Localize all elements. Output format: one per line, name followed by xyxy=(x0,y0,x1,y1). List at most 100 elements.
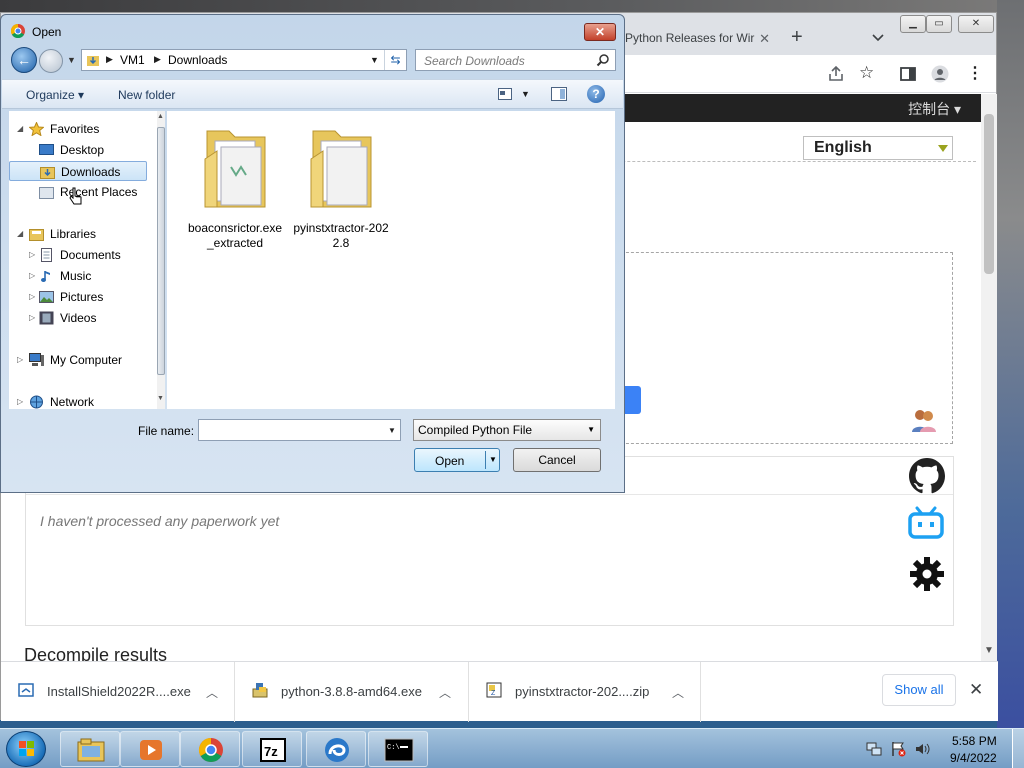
file-name-input[interactable] xyxy=(198,419,401,441)
download-item[interactable]: InstallShield2022R....exe ︿ xyxy=(1,662,235,722)
nav-network[interactable]: ▷ Network xyxy=(9,392,147,412)
chevron-up-icon[interactable]: ︿ xyxy=(439,684,451,701)
zip-archive-icon: Z xyxy=(486,682,502,698)
back-button[interactable]: ← xyxy=(11,47,37,73)
upload-drop-zone[interactable] xyxy=(606,252,953,444)
profile-icon[interactable] xyxy=(931,65,949,83)
chevron-down-icon[interactable]: ▼ xyxy=(388,426,396,435)
scroll-up-arrow-icon[interactable]: ▲ xyxy=(157,113,164,120)
breadcrumb-downloads[interactable]: Downloads xyxy=(168,53,227,67)
nav-pictures[interactable]: ▷ Pictures xyxy=(9,287,147,307)
documents-icon xyxy=(39,248,54,262)
nav-downloads[interactable]: Downloads xyxy=(9,161,147,181)
recent-locations-chevron-icon[interactable]: ▼ xyxy=(67,55,76,65)
nav-music[interactable]: ▷ Music xyxy=(9,266,147,286)
side-panel-icon[interactable] xyxy=(899,65,917,83)
new-tab-button[interactable]: + xyxy=(791,27,803,47)
nav-label: My Computer xyxy=(50,353,123,367)
tab-title: Python Releases for Wir xyxy=(625,31,755,45)
start-button[interactable] xyxy=(6,731,46,767)
expand-triangle-icon[interactable]: ◢ xyxy=(17,124,23,133)
tab-python-releases[interactable]: Python Releases for Wir ✕ xyxy=(613,21,778,55)
organize-menu[interactable]: Organize ▾ xyxy=(26,88,84,102)
chevron-down-icon[interactable]: ▼ xyxy=(489,455,497,464)
scrollbar-thumb[interactable] xyxy=(984,114,994,274)
open-button[interactable]: Open ▼ xyxy=(414,448,500,472)
action-center-flag-icon[interactable] xyxy=(890,741,906,757)
page-scrollbar[interactable]: ▼ xyxy=(981,94,997,661)
taskbar-chrome[interactable] xyxy=(180,731,240,767)
chevron-up-icon[interactable]: ︿ xyxy=(672,684,684,701)
chevron-down-icon[interactable] xyxy=(871,31,885,45)
download-item[interactable]: python-3.8.8-amd64.exe ︿ xyxy=(235,662,469,722)
scrollbar-thumb[interactable] xyxy=(157,127,165,375)
nav-favorites[interactable]: ◢ Favorites xyxy=(9,119,147,139)
tab-close-icon[interactable]: ✕ xyxy=(759,31,770,47)
taskbar-explorer[interactable] xyxy=(60,731,120,767)
nav-label: Downloads xyxy=(61,165,121,179)
taskbar-command-prompt[interactable]: C:\ xyxy=(368,731,428,767)
collapsed-triangle-icon[interactable]: ▷ xyxy=(29,292,35,301)
chevron-down-icon[interactable]: ▼ xyxy=(521,89,530,99)
file-type-select[interactable]: Compiled Python File ▼ xyxy=(413,419,601,441)
chevron-down-icon[interactable]: ▼ xyxy=(370,55,379,65)
close-button[interactable]: ✕ xyxy=(958,15,994,33)
expand-triangle-icon[interactable]: ◢ xyxy=(17,229,23,238)
network-tray-icon[interactable] xyxy=(866,741,882,757)
collapsed-triangle-icon[interactable]: ▷ xyxy=(17,355,23,364)
views-icon[interactable] xyxy=(498,88,512,100)
show-desktop-button[interactable] xyxy=(1012,729,1024,768)
computer-icon xyxy=(29,353,44,367)
breadcrumb-vm1[interactable]: VM1 xyxy=(120,53,145,67)
taskbar-media-player[interactable] xyxy=(120,731,180,767)
scroll-down-arrow-icon[interactable]: ▼ xyxy=(984,645,994,656)
new-folder-button[interactable]: New folder xyxy=(118,88,175,102)
dialog-close-button[interactable]: ✕ xyxy=(584,23,616,41)
forward-button[interactable] xyxy=(39,49,63,73)
terminal-icon: C:\ xyxy=(384,738,414,762)
close-icon[interactable]: ✕ xyxy=(969,680,983,700)
preview-pane-icon[interactable] xyxy=(551,87,567,101)
taskbar-7zip[interactable]: 7z xyxy=(242,731,302,767)
breadcrumb-separator-icon[interactable]: ▶ xyxy=(154,54,161,65)
nav-my-computer[interactable]: ▷ My Computer xyxy=(9,350,147,370)
github-icon[interactable] xyxy=(909,458,945,494)
maximize-button[interactable]: ▭ xyxy=(926,15,952,33)
nav-pane-scrollbar[interactable]: ▲ ▼ xyxy=(157,111,165,409)
help-icon[interactable]: ? xyxy=(587,85,605,103)
collapsed-triangle-icon[interactable]: ▷ xyxy=(29,313,35,322)
clock-time[interactable]: 5:58 PM xyxy=(952,734,997,748)
nav-videos[interactable]: ▷ Videos xyxy=(9,308,147,328)
collapsed-triangle-icon[interactable]: ▷ xyxy=(17,397,23,406)
search-icon[interactable] xyxy=(596,53,610,67)
taskbar-boa-constrictor[interactable] xyxy=(306,731,366,767)
bilibili-icon[interactable] xyxy=(907,506,945,540)
nav-libraries[interactable]: ◢ Libraries xyxy=(9,224,147,244)
address-bar[interactable]: ▶ VM1 ▶ Downloads ▼ ⇆ xyxy=(81,49,407,71)
menu-icon[interactable]: ⋮ xyxy=(967,63,985,82)
volume-icon[interactable] xyxy=(914,741,930,757)
nav-desktop[interactable]: Desktop xyxy=(9,140,147,160)
people-icon[interactable] xyxy=(911,407,937,433)
nav-documents[interactable]: ▷ Documents xyxy=(9,245,147,265)
downloads-folder-icon xyxy=(40,165,55,179)
chevron-up-icon[interactable]: ︿ xyxy=(206,684,218,701)
console-menu-link[interactable]: 控制台 ▾ xyxy=(908,99,961,119)
bookmark-star-icon[interactable]: ☆ xyxy=(859,63,877,82)
collapsed-triangle-icon[interactable]: ▷ xyxy=(29,271,35,280)
gear-icon[interactable] xyxy=(909,556,945,592)
download-item[interactable]: Z pyinstxtractor-202....zip ︿ xyxy=(469,662,701,722)
show-all-button[interactable]: Show all xyxy=(882,674,956,706)
share-icon[interactable] xyxy=(827,65,845,83)
folder-item[interactable]: pyinstxtractor-2022.8 xyxy=(291,117,391,250)
cancel-button[interactable]: Cancel xyxy=(513,448,601,472)
collapsed-triangle-icon[interactable]: ▷ xyxy=(29,250,35,259)
search-input[interactable]: Search Downloads xyxy=(415,49,616,71)
minimize-button[interactable]: ▁ xyxy=(900,15,926,33)
folder-item[interactable]: boaconsrictor.exe_extracted xyxy=(185,117,285,250)
refresh-button[interactable]: ⇆ xyxy=(384,50,406,70)
scroll-down-arrow-icon[interactable]: ▼ xyxy=(157,395,164,402)
clock-date[interactable]: 9/4/2022 xyxy=(950,751,997,765)
breadcrumb-separator-icon[interactable]: ▶ xyxy=(106,54,113,65)
language-select[interactable]: English xyxy=(803,136,953,160)
